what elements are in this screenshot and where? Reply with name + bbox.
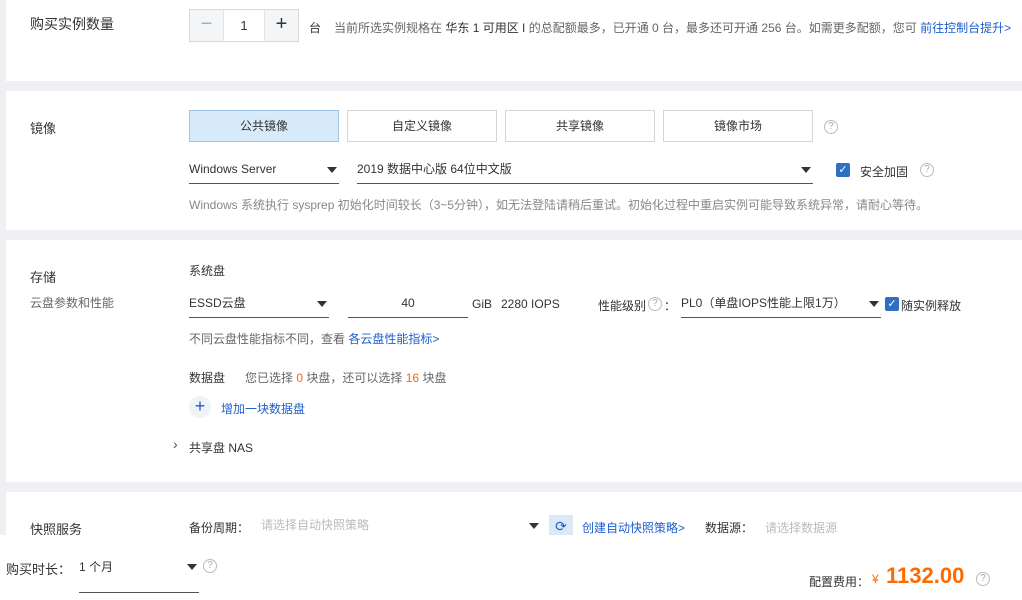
disk-perf-link[interactable]: 各云盘性能指标> bbox=[348, 332, 439, 346]
chevron-down-icon bbox=[327, 167, 337, 173]
chevron-right-icon[interactable]: › bbox=[173, 436, 178, 452]
perf-level-label: 性能级别 bbox=[598, 299, 647, 313]
storage-sublabel: 云盘参数和性能 bbox=[30, 296, 115, 310]
release-with-instance-checkbox[interactable]: ✓ bbox=[885, 297, 899, 311]
quota-hint-prefix: 当前所选实例规格在 bbox=[334, 21, 443, 35]
chevron-down-icon bbox=[317, 301, 327, 307]
chevron-down-icon bbox=[187, 564, 197, 570]
add-data-disk-button[interactable]: 增加一块数据盘 bbox=[221, 400, 305, 417]
perf-level-select[interactable]: PL0（单盘IOPS性能上限1万） bbox=[681, 290, 881, 318]
currency-symbol: ¥ bbox=[872, 572, 879, 586]
perf-level-value: PL0（单盘IOPS性能上限1万） bbox=[681, 296, 846, 310]
perf-help-icon[interactable]: ? bbox=[648, 297, 662, 311]
image-notice: Windows 系统执行 sysprep 初始化时间较长（3~5分钟），如无法登… bbox=[189, 198, 929, 212]
security-help-icon[interactable]: ? bbox=[920, 163, 934, 177]
duration-value: 1 个月 bbox=[79, 560, 114, 574]
duration-select[interactable]: 1 个月 bbox=[79, 553, 199, 593]
disk-iops: 2280 IOPS bbox=[501, 297, 560, 311]
data-source-label: 数据源： bbox=[705, 521, 754, 535]
chevron-down-icon bbox=[869, 301, 879, 307]
disk-perf-hint: 不同云盘性能指标不同，查看 各云盘性能指标> bbox=[189, 330, 439, 347]
disk-type-value: ESSD云盘 bbox=[189, 296, 246, 310]
decrement-button[interactable]: − bbox=[190, 10, 223, 41]
data-disk-selected: 0 bbox=[296, 371, 304, 385]
quota-region: 华东 1 可用区 I bbox=[445, 21, 526, 35]
data-disk-label: 数据盘 bbox=[189, 371, 226, 385]
data-disk-hint-2: 块盘，还可以选择 bbox=[306, 371, 403, 385]
increment-button[interactable]: + bbox=[265, 10, 298, 41]
os-select-value: Windows Server bbox=[189, 162, 277, 176]
tab-shared-image[interactable]: 共享镜像 bbox=[505, 110, 655, 142]
release-with-instance-label: 随实例释放 bbox=[901, 299, 962, 313]
quota-hint-mid: 的总配额最多，已开通 0 台，最多还可开通 256 台。如需更多配额，您可 bbox=[528, 21, 917, 35]
quota-console-link[interactable]: 前往控制台提升> bbox=[920, 21, 1011, 35]
security-checkbox[interactable]: ✓ bbox=[836, 163, 850, 177]
perf-colon: ： bbox=[664, 299, 677, 313]
os-select[interactable]: Windows Server bbox=[189, 156, 339, 184]
backup-policy-placeholder: 请选择自动快照策略 bbox=[261, 518, 370, 532]
data-source-placeholder[interactable]: 请选择数据源 bbox=[765, 519, 837, 536]
version-select[interactable]: 2019 数据中心版 64位中文版 bbox=[357, 156, 813, 184]
total-price: 1132.00 bbox=[886, 563, 965, 588]
disk-type-select[interactable]: ESSD云盘 bbox=[189, 290, 329, 318]
quantity-input[interactable]: 1 bbox=[223, 10, 265, 41]
tab-public-image[interactable]: 公共镜像 bbox=[189, 110, 339, 142]
create-snapshot-policy-link[interactable]: 创建自动快照策略> bbox=[582, 519, 685, 536]
quantity-label: 购买实例数量 bbox=[30, 16, 114, 32]
refresh-icon[interactable]: ⟳ bbox=[549, 515, 573, 537]
add-disk-icon[interactable]: + bbox=[189, 396, 211, 418]
disk-size-input[interactable]: 40 bbox=[348, 290, 468, 318]
data-disk-remaining: 16 bbox=[405, 371, 420, 385]
quantity-panel bbox=[6, 0, 1022, 81]
chevron-down-icon bbox=[529, 523, 539, 529]
disk-perf-hint-text: 不同云盘性能指标不同，查看 bbox=[189, 332, 346, 346]
storage-label: 存储 bbox=[30, 270, 57, 285]
chevron-down-icon bbox=[801, 167, 811, 173]
data-disk-hint-3: 块盘 bbox=[422, 371, 447, 385]
disk-size-unit: GiB bbox=[472, 297, 493, 311]
price-help-icon[interactable]: ? bbox=[976, 572, 990, 586]
backup-cycle-label: 备份周期： bbox=[189, 521, 250, 535]
security-label: 安全加固 bbox=[860, 165, 909, 179]
data-disk-hint: 您已选择 0 块盘，还可以选择 16 块盘 bbox=[245, 369, 446, 386]
duration-label: 购买时长： bbox=[6, 562, 72, 577]
duration-help-icon[interactable]: ? bbox=[203, 559, 217, 573]
data-disk-hint-1: 您已选择 bbox=[245, 371, 294, 385]
image-label: 镜像 bbox=[30, 121, 57, 136]
quantity-unit: 台 bbox=[309, 21, 322, 35]
version-select-value: 2019 数据中心版 64位中文版 bbox=[357, 162, 512, 176]
shared-nas-toggle[interactable]: 共享盘 NAS bbox=[189, 439, 253, 456]
system-disk-label: 系统盘 bbox=[189, 264, 226, 278]
storage-panel bbox=[6, 240, 1022, 482]
tab-image-market[interactable]: 镜像市场 bbox=[663, 110, 813, 142]
cost-label: 配置费用： bbox=[809, 575, 870, 589]
quantity-stepper[interactable]: − 1 + bbox=[189, 9, 299, 42]
disk-size-value: 40 bbox=[401, 296, 415, 310]
image-help-icon[interactable]: ? bbox=[824, 120, 838, 134]
tab-custom-image[interactable]: 自定义镜像 bbox=[347, 110, 497, 142]
quota-hint: 当前所选实例规格在 华东 1 可用区 I 的总配额最多，已开通 0 台，最多还可… bbox=[334, 19, 1011, 36]
